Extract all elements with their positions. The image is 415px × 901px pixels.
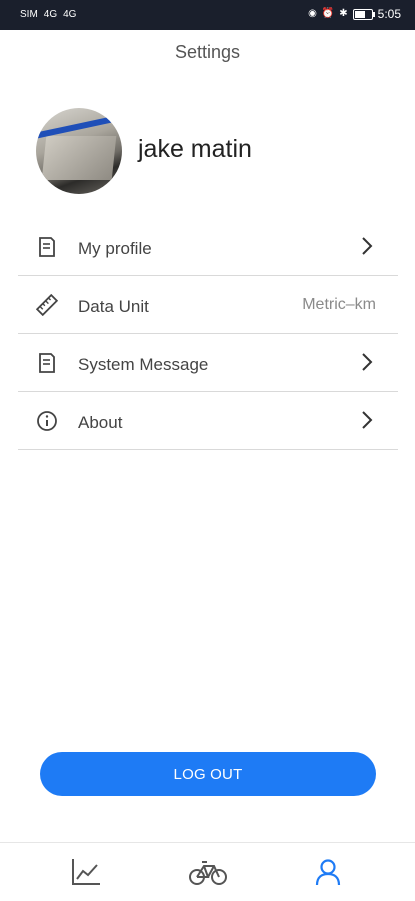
menu-item-about[interactable]: About — [18, 392, 398, 450]
menu-item-label: About — [78, 413, 123, 432]
signal-icon: 4G — [43, 9, 58, 20]
chart-line-icon — [72, 859, 100, 885]
bicycle-icon — [189, 861, 227, 885]
tab-stats[interactable] — [66, 855, 106, 889]
menu-item-label: Data Unit — [78, 297, 149, 316]
menu-item-data-unit[interactable]: Data Unit Metric–km — [18, 276, 398, 334]
avatar-photo-detail — [41, 136, 117, 180]
battery-icon — [352, 8, 375, 20]
page-title: Settings — [174, 42, 241, 62]
info-icon — [36, 410, 58, 432]
bottom-tab-bar — [0, 842, 415, 901]
logout-button[interactable]: LOG OUT — [40, 752, 376, 796]
menu-item-my-profile[interactable]: My profile — [18, 218, 398, 276]
eye-icon: ◉ — [308, 8, 317, 19]
document-icon — [36, 236, 58, 258]
ruler-icon — [36, 294, 58, 316]
tab-ride[interactable] — [188, 855, 228, 889]
clock: 5:05 — [377, 7, 401, 21]
chevron-right-icon — [360, 352, 374, 372]
status-bar-left: SIM 4G 4G — [20, 8, 76, 22]
menu-item-label: My profile — [78, 239, 152, 258]
tab-profile[interactable] — [308, 855, 348, 889]
avatar[interactable] — [36, 108, 122, 194]
alarm-icon: ⏰ — [321, 8, 335, 19]
person-icon — [315, 859, 341, 886]
sim-icon: SIM — [20, 9, 38, 20]
status-bar-right: ◉ ⏰ ✱ 5:05 — [308, 7, 401, 21]
status-bar: SIM 4G 4G ◉ ⏰ ✱ 5:05 — [0, 0, 415, 30]
menu-item-system-message[interactable]: System Message — [18, 334, 398, 392]
message-icon — [36, 352, 58, 374]
bluetooth-icon: ✱ — [339, 8, 348, 19]
chevron-right-icon — [360, 410, 374, 430]
data-unit-value: Metric–km — [302, 296, 376, 313]
user-name: jake matin — [138, 135, 252, 163]
menu-item-label: System Message — [78, 355, 209, 374]
settings-menu: My profile Data Unit Metric–km System Me… — [18, 218, 398, 450]
signal-icon: 4G — [63, 9, 77, 20]
chevron-right-icon — [360, 236, 374, 256]
